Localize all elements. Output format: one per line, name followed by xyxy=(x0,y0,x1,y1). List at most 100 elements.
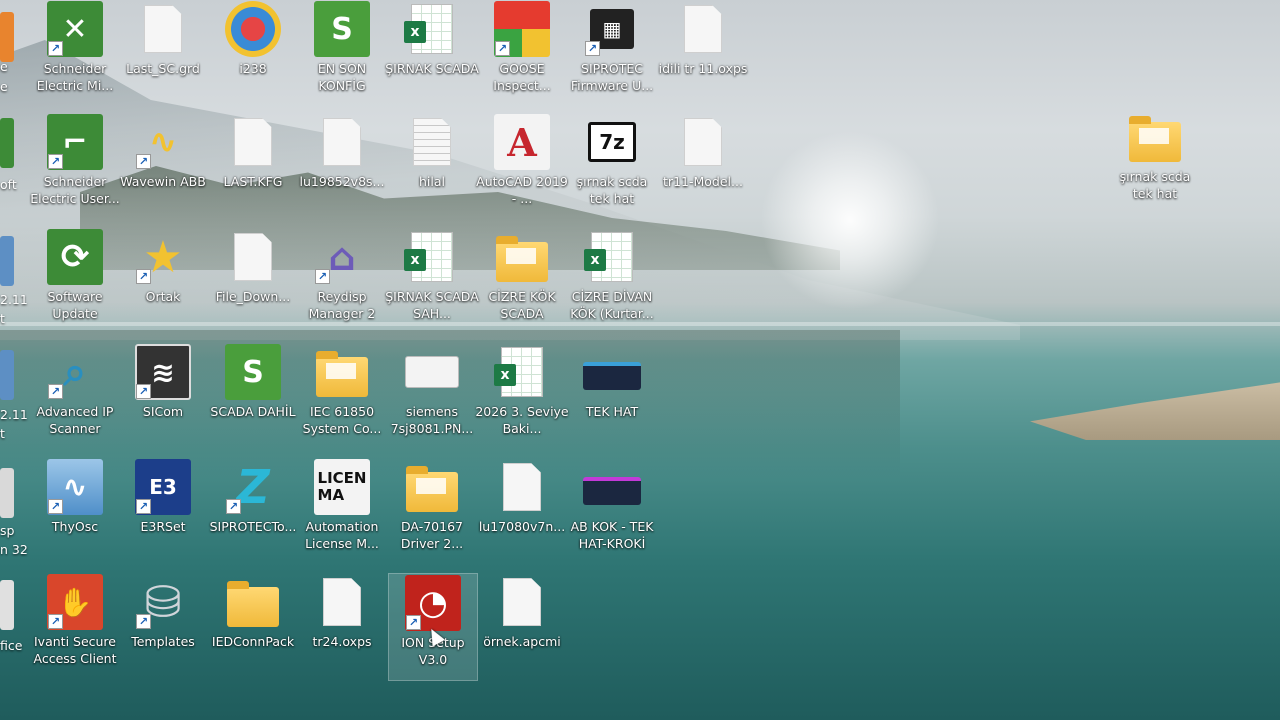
desktop-icon-schneider-user[interactable]: ⌐ ↗ Schneider Electric User... xyxy=(30,113,120,221)
desktop-icon-ivanti[interactable]: ✋ ↗ Ivanti Secure Access Client xyxy=(30,573,120,681)
shortcut-arrow-icon: ↗ xyxy=(136,499,151,514)
edge-label: oft xyxy=(0,177,17,192)
shortcut-arrow-icon: ↗ xyxy=(48,614,63,629)
desktop-icon-goose-inspect[interactable]: ↗ GOOSE Inspect... xyxy=(477,0,567,108)
edge-label: n 32 xyxy=(0,542,28,557)
desktop-icon-label: Last_SC.grd xyxy=(126,61,200,76)
shortcut-arrow-icon: ↗ xyxy=(48,41,63,56)
desktop-icon-label: Advanced IP Scanner xyxy=(36,404,114,436)
desktop-icon-tr11-model[interactable]: tr11-Model... xyxy=(658,113,748,221)
desktop-icon-tek-hat[interactable]: TEK HAT xyxy=(567,343,657,451)
desktop-icon-label: tr24.oxps xyxy=(312,634,372,649)
desktop-icon-wavewin[interactable]: ∿ ↗ Wavewin ABB xyxy=(118,113,208,221)
desktop-icon-automation-license[interactable]: LICEN MA Automation License M... xyxy=(297,458,387,566)
desktop-icon-label: SCADA DAHİL xyxy=(210,404,296,419)
desktop-icon-seviye-bak[interactable]: x 2026 3. Seviye Baki... xyxy=(475,343,569,451)
desktop-icon-label: AB KOK - TEK HAT-KROKİ xyxy=(570,519,654,551)
desktop-icon-label: i238 xyxy=(239,61,267,76)
desktop-icon-en-son-konfig[interactable]: S EN SON KONFİG xyxy=(297,0,387,108)
desktop-icon-label: örnek.apcmi xyxy=(483,634,561,649)
desktop-icon-label: şırnak scda tek hat xyxy=(1119,169,1191,201)
desktop-icon-label: GOOSE Inspect... xyxy=(493,61,551,93)
desktop-icon-reydisp[interactable]: ⌂ ↗ Reydisp Manager 2 xyxy=(297,228,387,336)
desktop-icon-label: ŞIRNAK SCADA xyxy=(385,61,479,76)
desktop-icon-templates[interactable]: ⛁ ↗ Templates xyxy=(118,573,208,681)
document-icon xyxy=(503,463,541,511)
desktop-icon-siemens-7sj[interactable]: siemens 7sj8081.PN... xyxy=(387,343,477,451)
desktop-icon-label: idili tr 11.oxps xyxy=(658,61,748,76)
desktop-icon-ornek-apcmi[interactable]: örnek.apcmi xyxy=(477,573,567,681)
desktop-icon-siprotec-fw[interactable]: ▦ ↗ SIPROTEC Firmware U... xyxy=(567,0,657,108)
desktop-icon-lu19852[interactable]: lu19852v8s... xyxy=(297,113,387,221)
globe-puzzle-icon xyxy=(225,1,281,57)
shortcut-arrow-icon: ↗ xyxy=(585,41,600,56)
desktop-icon-lu17080[interactable]: lu17080v7n... xyxy=(477,458,567,566)
shortcut-arrow-icon: ↗ xyxy=(136,384,151,399)
desktop-icon-label: EN SON KONFİG xyxy=(317,61,367,93)
desktop-icon-advanced-ip[interactable]: ⌕ ↗ Advanced IP Scanner xyxy=(30,343,120,451)
desktop-icon-cizre-divan[interactable]: x CİZRE DİVAN KÖK (Kurtar... xyxy=(567,228,657,336)
desktop-icon-label: SIPROTEC Firmware U... xyxy=(570,61,654,93)
desktop-icon-last-kfg[interactable]: LAST.KFG xyxy=(208,113,298,221)
document-icon xyxy=(684,5,722,53)
desktop-icon-ortak[interactable]: ★ ↗ Ortak xyxy=(118,228,208,336)
desktop-icon-idili-oxps[interactable]: idili tr 11.oxps xyxy=(658,0,748,108)
desktop-icon-label: AutoCAD 2019 - ... xyxy=(476,174,568,206)
excel-file-icon: x xyxy=(404,232,453,282)
desktop-icon-cizre-kok-scada[interactable]: CİZRE KÖK SCADA xyxy=(477,228,567,336)
edge-icon[interactable] xyxy=(0,12,14,62)
excel-file-icon: x xyxy=(494,347,543,397)
refresh-icon: ⟳ xyxy=(47,229,103,285)
desktop-icon-iedconnpack[interactable]: IEDConnPack xyxy=(208,573,298,681)
desktop-icon-e3rset[interactable]: E3 ↗ E3RSet xyxy=(118,458,208,566)
edge-label: e xyxy=(0,59,8,74)
edge-label: t xyxy=(0,311,5,326)
edge-icon[interactable] xyxy=(0,350,14,400)
desktop-icon-label: ŞIRNAK SCADA SAH... xyxy=(385,289,479,321)
desktop-icon-label: Automation License M... xyxy=(305,519,379,551)
desktop-icon-sirnak-scada[interactable]: x ŞIRNAK SCADA xyxy=(385,0,479,108)
folder-icon xyxy=(1129,116,1181,162)
desktop-icon-autocad[interactable]: A AutoCAD 2019 - ... xyxy=(476,113,568,221)
desktop-icon-label: File_Down... xyxy=(215,289,291,304)
image-thumbnail-icon xyxy=(583,362,641,390)
edge-icon[interactable] xyxy=(0,468,14,518)
edge-label: e xyxy=(0,79,8,94)
edge-icon[interactable] xyxy=(0,236,14,286)
desktop-icon-ab-kok[interactable]: AB KOK - TEK HAT-KROKİ xyxy=(567,458,657,566)
edge-icon[interactable] xyxy=(0,580,14,630)
desktop-icon-sirnak-scada-sah[interactable]: x ŞIRNAK SCADA SAH... xyxy=(385,228,479,336)
folder-icon xyxy=(496,236,548,282)
desktop-icon-siprotec-tools[interactable]: Z ↗ SIPROTECTo... xyxy=(208,458,298,566)
shortcut-arrow-icon: ↗ xyxy=(48,384,63,399)
desktop-icon-label: SICom xyxy=(142,404,184,419)
desktop-icon-label: IEC 61850 System Co... xyxy=(302,404,382,436)
shortcut-arrow-icon: ↗ xyxy=(48,154,63,169)
desktop-icon-label: hilal xyxy=(418,174,445,189)
desktop-icon-thyosc[interactable]: ∿ ↗ ThyOsc xyxy=(30,458,120,566)
desktop-icon-hilal[interactable]: hilal xyxy=(387,113,477,221)
document-icon xyxy=(323,578,361,626)
desktop-icon-software-update[interactable]: ⟳ Software Update xyxy=(30,228,120,336)
desktop-icon-sirnak-scda-tek-2[interactable]: şırnak scda tek hat xyxy=(1110,108,1200,216)
desktop-icon-label: lu19852v8s... xyxy=(299,174,385,189)
desktop-icon-file-down[interactable]: File_Down... xyxy=(208,228,298,336)
desktop-icon-label: tr11-Model... xyxy=(663,174,743,189)
desktop-icon-scada-dahil[interactable]: S SCADA DAHİL xyxy=(208,343,298,451)
edge-icon[interactable] xyxy=(0,118,14,168)
desktop-icon-tr24-oxps[interactable]: tr24.oxps xyxy=(297,573,387,681)
desktop-icon-last-scgrd[interactable]: Last_SC.grd xyxy=(118,0,208,108)
desktop-icon-label: LAST.KFG xyxy=(223,174,283,189)
desktop-icon-iec61850[interactable]: IEC 61850 System Co... xyxy=(297,343,387,451)
edge-label: t xyxy=(0,426,5,441)
desktop-icon-label: ThyOsc xyxy=(51,519,99,534)
desktop-icon-i238[interactable]: i238 xyxy=(208,0,298,108)
desktop-icon-label: Ortak xyxy=(145,289,181,304)
desktop-icon-da70167[interactable]: DA-70167 Driver 2... xyxy=(387,458,477,566)
desktop-icon-label: Schneider Electric User... xyxy=(30,174,120,206)
schneider-s-icon: S xyxy=(225,344,281,400)
desktop-icon-sirnak-scda-tek-1[interactable]: 7z şırnak scda tek hat xyxy=(567,113,657,221)
desktop-icon-schneider-mi[interactable]: ✕ ↗ Schneider Electric Mi... xyxy=(30,0,120,108)
shortcut-arrow-icon: ↗ xyxy=(136,154,151,169)
desktop-icon-sicom[interactable]: ≋ ↗ SICom xyxy=(118,343,208,451)
